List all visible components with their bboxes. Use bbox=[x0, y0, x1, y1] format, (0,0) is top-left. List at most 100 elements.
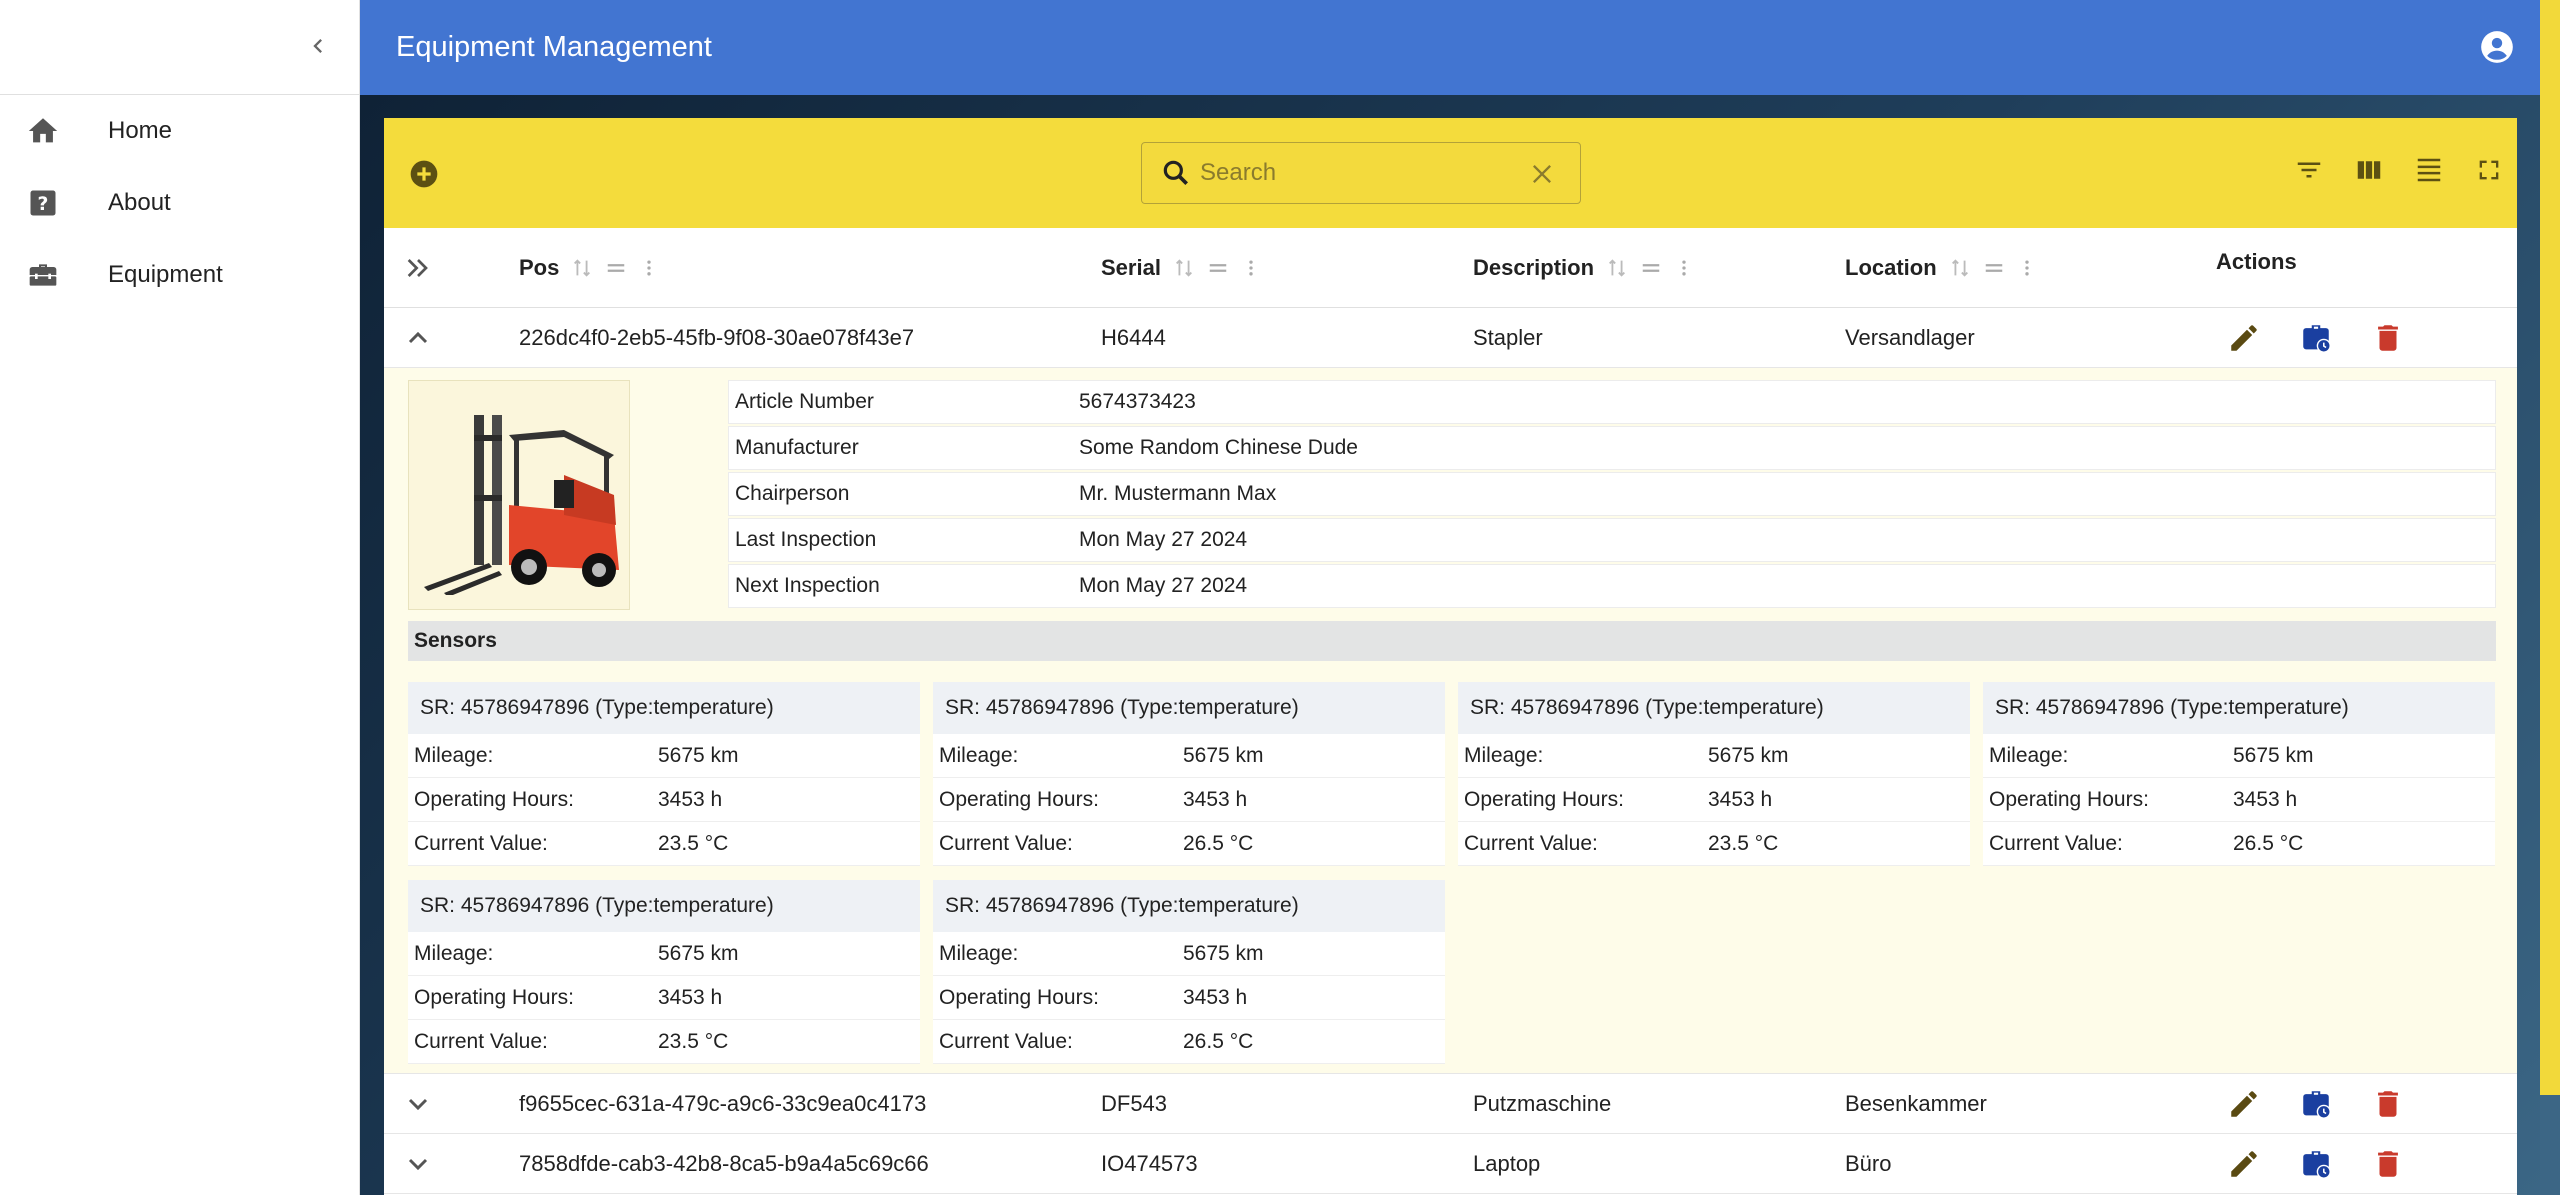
search-field bbox=[1141, 142, 1581, 204]
info-row-chairperson: Chairperson Mr. Mustermann Max bbox=[728, 472, 2496, 516]
search-icon bbox=[1163, 160, 1188, 185]
sensor-label: Current Value: bbox=[414, 1029, 548, 1053]
info-value: Mon May 27 2024 bbox=[1079, 528, 1248, 551]
column-header-location[interactable]: Location bbox=[1845, 228, 2037, 308]
column-label: Actions bbox=[2216, 249, 2297, 274]
sort-icon[interactable] bbox=[1949, 257, 1971, 279]
sort-icon[interactable] bbox=[1606, 257, 1628, 279]
sidebar-item-equipment[interactable]: Equipment bbox=[0, 239, 359, 311]
delete-icon[interactable] bbox=[2371, 321, 2405, 355]
inspection-icon[interactable] bbox=[2299, 1147, 2333, 1181]
page-scrollbar[interactable] bbox=[2540, 0, 2560, 1195]
delete-icon[interactable] bbox=[2371, 1087, 2405, 1121]
sensor-value: 3453 h bbox=[1708, 787, 1773, 811]
sensor-value: 26.5 °C bbox=[1183, 1029, 1254, 1053]
sensor-label: Operating Hours: bbox=[414, 985, 574, 1009]
chevron-down-icon[interactable] bbox=[402, 1148, 434, 1180]
column-header-actions: Actions bbox=[2216, 222, 2297, 302]
density-button[interactable] bbox=[2413, 154, 2445, 186]
cell-description: Putzmaschine bbox=[1473, 1091, 1612, 1116]
sensor-current: Current Value: 26.5 °C bbox=[1983, 822, 2495, 866]
chevron-left-icon bbox=[313, 39, 322, 53]
table-header: Pos Serial Description Location Actions bbox=[384, 228, 2517, 308]
sensor-card: SR: 45786947896 (Type:temperature) Milea… bbox=[1458, 682, 1970, 866]
sidebar-item-home[interactable]: Home bbox=[0, 95, 359, 167]
column-header-description[interactable]: Description bbox=[1473, 228, 1694, 308]
drag-handle-icon[interactable] bbox=[1638, 257, 1664, 279]
inspection-icon[interactable] bbox=[2299, 321, 2333, 355]
view-column-icon bbox=[2357, 161, 2381, 179]
sort-icon[interactable] bbox=[1173, 257, 1195, 279]
sidebar-item-about[interactable]: ? About bbox=[0, 167, 359, 239]
delete-icon[interactable] bbox=[2371, 1147, 2405, 1181]
filter-button[interactable] bbox=[2293, 154, 2325, 186]
clear-search-icon[interactable] bbox=[1528, 160, 1556, 188]
toolbar-actions bbox=[2293, 154, 2505, 186]
sort-icon[interactable] bbox=[571, 257, 593, 279]
sidebar-header bbox=[0, 0, 359, 95]
home-icon bbox=[26, 114, 60, 148]
sensor-mileage: Mileage: 5675 km bbox=[933, 932, 1445, 976]
sensor-value: 23.5 °C bbox=[1708, 831, 1779, 855]
column-header-serial[interactable]: Serial bbox=[1101, 228, 1261, 308]
column-header-pos[interactable]: Pos bbox=[519, 228, 659, 308]
account-circle-icon[interactable] bbox=[2478, 28, 2516, 66]
drag-handle-icon[interactable] bbox=[1205, 257, 1231, 279]
toolbox-icon bbox=[26, 258, 60, 292]
sensor-mileage: Mileage: 5675 km bbox=[1983, 734, 2495, 778]
add-equipment-button[interactable] bbox=[408, 158, 440, 190]
sensor-label: Current Value: bbox=[1464, 831, 1598, 855]
sensor-current: Current Value: 23.5 °C bbox=[408, 1020, 920, 1064]
expand-all-icon[interactable] bbox=[402, 252, 434, 284]
sensor-value: 3453 h bbox=[658, 985, 723, 1009]
edit-icon[interactable] bbox=[2227, 1147, 2261, 1181]
collapse-sidebar-button[interactable] bbox=[300, 28, 336, 64]
sensor-label: Current Value: bbox=[1989, 831, 2123, 855]
info-label: Chairperson bbox=[735, 482, 850, 505]
more-vertical-icon[interactable] bbox=[1241, 256, 1261, 280]
sensor-mileage: Mileage: 5675 km bbox=[933, 734, 1445, 778]
sensor-title: SR: 45786947896 (Type:temperature) bbox=[933, 682, 1445, 734]
more-vertical-icon[interactable] bbox=[1674, 256, 1694, 280]
info-value: Mr. Mustermann Max bbox=[1079, 482, 1277, 505]
sensor-value: 3453 h bbox=[2233, 787, 2298, 811]
table-row[interactable]: 226dc4f0-2eb5-45fb-9f08-30ae078f43e7 H64… bbox=[384, 308, 2517, 368]
forklift-image bbox=[424, 415, 619, 595]
sensor-mileage: Mileage: 5675 km bbox=[1458, 734, 1970, 778]
sensor-label: Mileage: bbox=[1989, 743, 2069, 767]
sensor-title: SR: 45786947896 (Type:temperature) bbox=[408, 880, 920, 932]
more-vertical-icon[interactable] bbox=[2017, 256, 2037, 280]
sensor-card: SR: 45786947896 (Type:temperature) Milea… bbox=[408, 682, 920, 866]
drag-handle-icon[interactable] bbox=[1981, 257, 2007, 279]
fullscreen-button[interactable] bbox=[2473, 154, 2505, 186]
edit-icon[interactable] bbox=[2227, 1087, 2261, 1121]
inspection-icon[interactable] bbox=[2299, 1087, 2333, 1121]
drag-handle-icon[interactable] bbox=[603, 257, 629, 279]
columns-button[interactable] bbox=[2353, 154, 2385, 186]
sensor-label: Operating Hours: bbox=[939, 985, 1099, 1009]
sensor-current: Current Value: 26.5 °C bbox=[933, 822, 1445, 866]
chevron-up-icon[interactable] bbox=[402, 322, 434, 354]
info-label: Next Inspection bbox=[735, 574, 880, 597]
sensor-value: 5675 km bbox=[2233, 743, 2314, 767]
table-row[interactable]: f9655cec-631a-479c-a9c6-33c9ea0c4173 DF5… bbox=[384, 1074, 2517, 1134]
sensor-value: 26.5 °C bbox=[1183, 831, 1254, 855]
sensor-card: SR: 45786947896 (Type:temperature) Milea… bbox=[1983, 682, 2495, 866]
info-value: 5674373423 bbox=[1079, 390, 1196, 413]
svg-text:?: ? bbox=[38, 194, 49, 215]
sidebar: Home ? About Equipment bbox=[0, 0, 360, 1195]
sensor-label: Operating Hours: bbox=[1989, 787, 2149, 811]
search-input[interactable] bbox=[1200, 159, 1500, 187]
page-title: Equipment Management bbox=[396, 31, 712, 63]
edit-icon[interactable] bbox=[2227, 321, 2261, 355]
cell-pos: 226dc4f0-2eb5-45fb-9f08-30ae078f43e7 bbox=[519, 325, 915, 350]
sensor-value: 5675 km bbox=[1183, 941, 1264, 965]
equipment-info-table: Article Number 5674373423 Manufacturer S… bbox=[728, 380, 2496, 610]
sensor-label: Mileage: bbox=[1464, 743, 1544, 767]
chevron-down-icon[interactable] bbox=[402, 1088, 434, 1120]
table-row[interactable]: 7858dfde-cab3-42b8-8ca5-b9a4a5c69c66 IO4… bbox=[384, 1134, 2517, 1194]
sensor-title: SR: 45786947896 (Type:temperature) bbox=[1983, 682, 2495, 734]
sensor-label: Operating Hours: bbox=[1464, 787, 1624, 811]
more-vertical-icon[interactable] bbox=[639, 256, 659, 280]
fullscreen-icon bbox=[2479, 160, 2499, 180]
